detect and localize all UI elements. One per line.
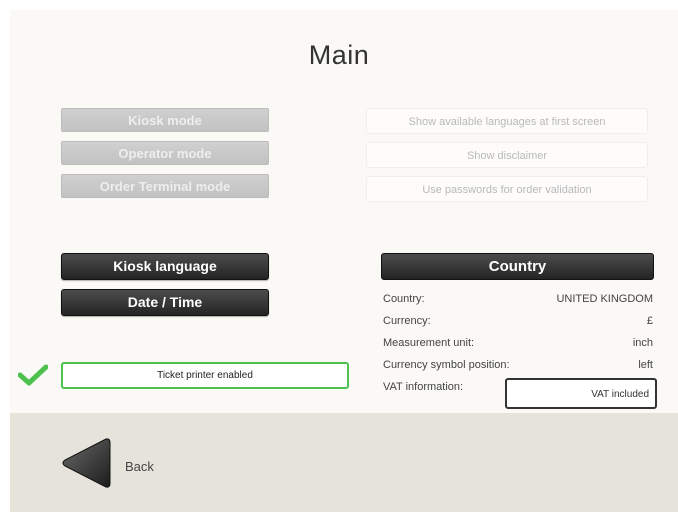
currency-position-label: Currency symbol position: bbox=[383, 359, 510, 371]
vat-info-label: VAT information: bbox=[383, 381, 464, 393]
country-label: Country: bbox=[383, 293, 425, 305]
page-title: Main bbox=[308, 40, 370, 70]
currency-row: Currency: £ bbox=[383, 315, 653, 335]
country-row: Country: UNITED KINGDOM bbox=[383, 293, 653, 313]
ticket-printer-toggle[interactable]: Ticket printer enabled bbox=[61, 362, 349, 389]
order-terminal-mode-button[interactable]: Order Terminal mode bbox=[61, 174, 269, 198]
date-time-button[interactable]: Date / Time bbox=[61, 289, 269, 316]
kiosk-language-button[interactable]: Kiosk language bbox=[61, 253, 269, 280]
back-arrow-icon[interactable] bbox=[60, 436, 112, 490]
show-languages-option[interactable]: Show available languages at first screen bbox=[366, 108, 648, 134]
use-passwords-option[interactable]: Use passwords for order validation bbox=[366, 176, 648, 202]
measurement-unit-value: inch bbox=[632, 337, 653, 349]
back-button-label[interactable]: Back bbox=[125, 459, 154, 474]
currency-position-row: Currency symbol position: left bbox=[383, 359, 653, 379]
measurement-unit-label: Measurement unit: bbox=[383, 337, 475, 349]
currency-label: Currency: bbox=[383, 315, 431, 327]
currency-position-value: left bbox=[638, 359, 653, 371]
show-disclaimer-option[interactable]: Show disclaimer bbox=[366, 142, 648, 168]
measurement-unit-row: Measurement unit: inch bbox=[383, 337, 653, 357]
check-icon bbox=[18, 364, 48, 386]
vat-info-row: VAT information: bbox=[383, 381, 503, 401]
kiosk-mode-button[interactable]: Kiosk mode bbox=[61, 108, 269, 132]
country-value: UNITED KINGDOM bbox=[556, 293, 653, 305]
currency-value: £ bbox=[646, 315, 653, 327]
country-button[interactable]: Country bbox=[381, 253, 654, 280]
vat-info-value[interactable]: VAT included bbox=[505, 378, 657, 409]
operator-mode-button[interactable]: Operator mode bbox=[61, 141, 269, 165]
